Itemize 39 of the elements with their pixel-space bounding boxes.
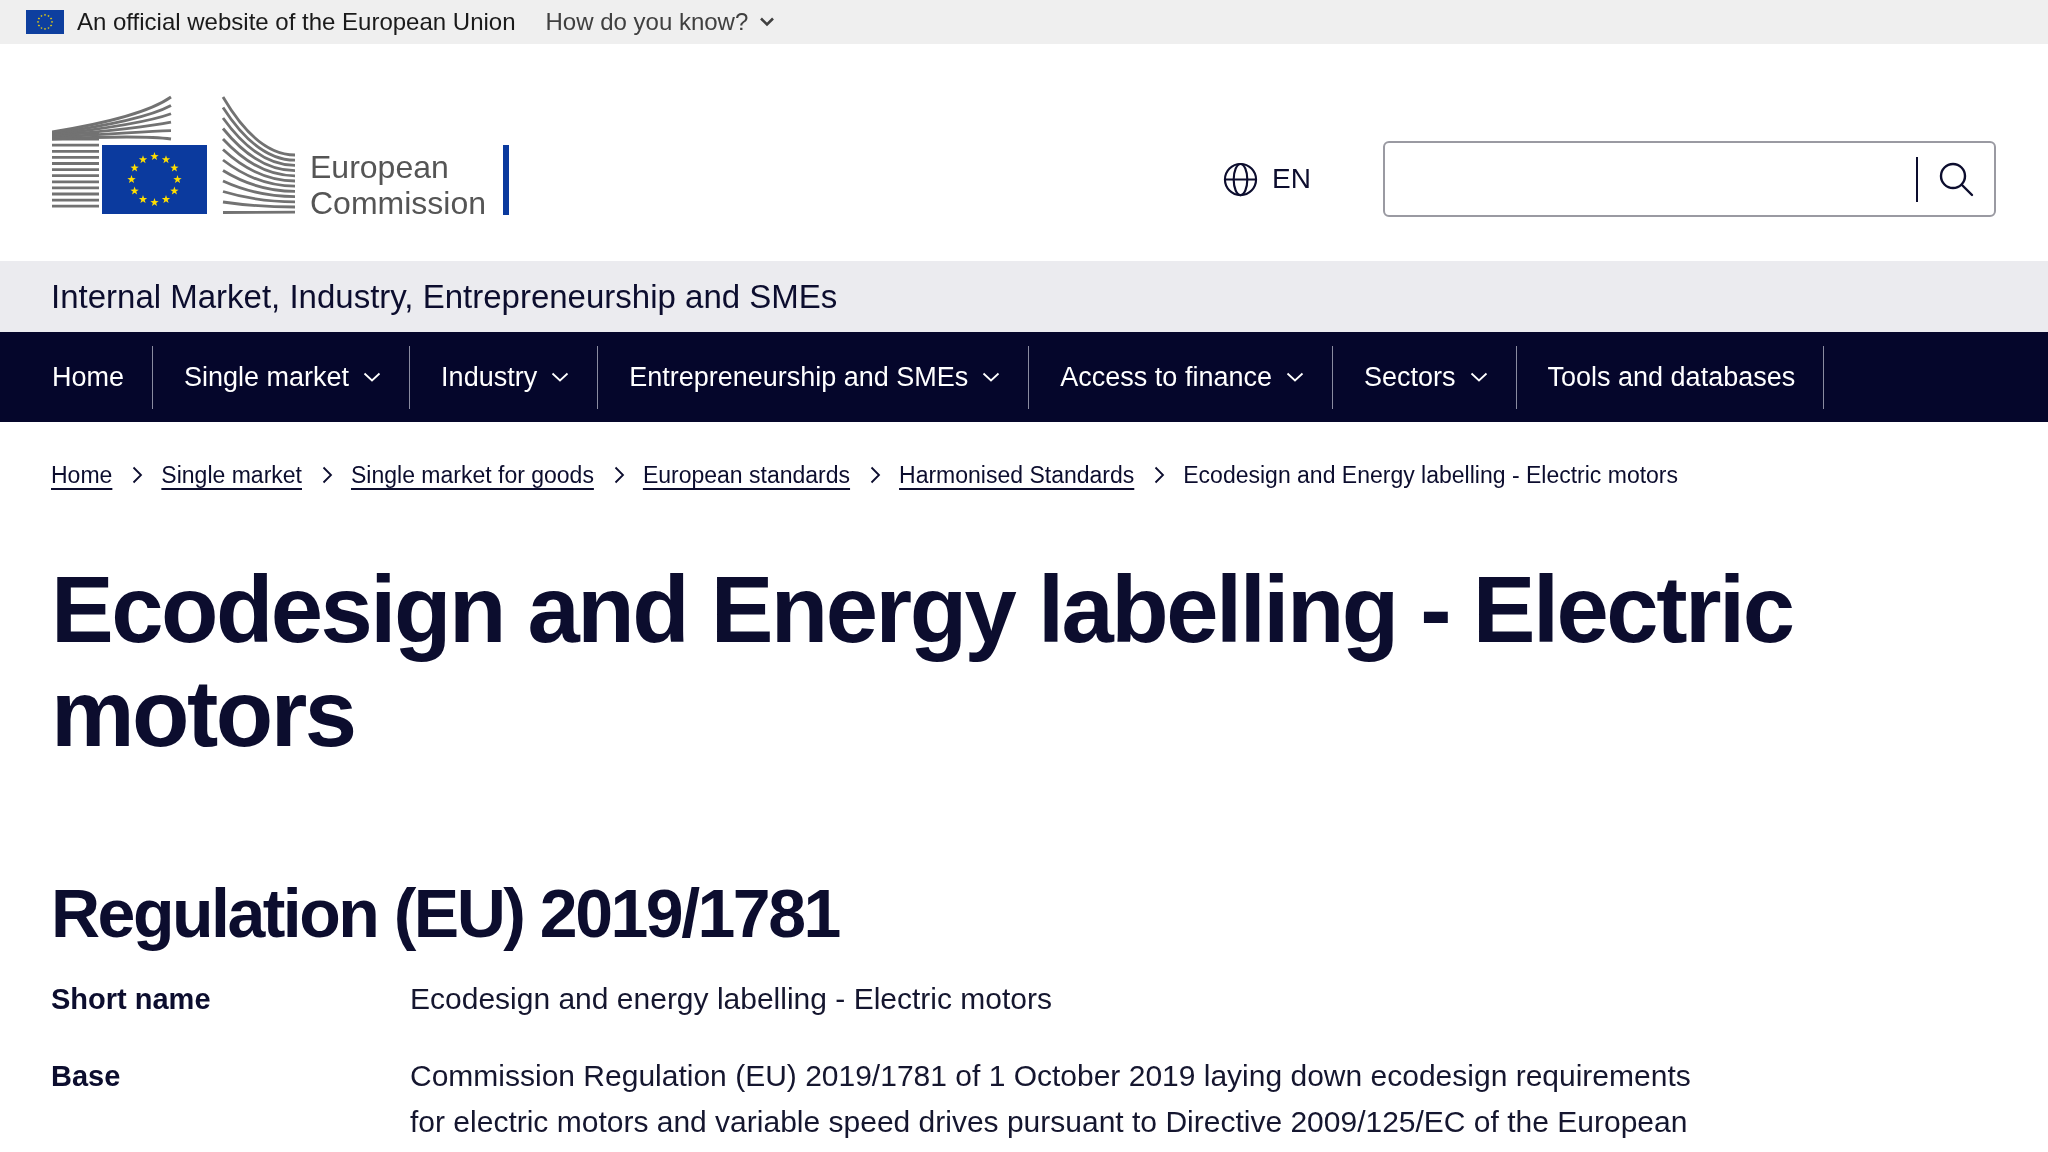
breadcrumb-link[interactable]: Single market for goods — [351, 461, 594, 489]
chevron-right-icon — [322, 466, 333, 484]
caret-icon — [551, 372, 570, 382]
logo-icon — [52, 95, 298, 215]
chevron-right-icon — [1154, 466, 1166, 484]
detail-term: Short name — [51, 982, 212, 1017]
caret-icon — [1469, 372, 1488, 382]
language-button[interactable]: EN — [1223, 161, 1311, 197]
caret-icon — [982, 372, 1001, 382]
nav-item[interactable]: Home — [52, 345, 154, 409]
chevron-right-icon — [870, 466, 882, 484]
flag-icon — [26, 10, 64, 34]
detail-value: Ecodesign and energy labelling - Electric motors — [410, 981, 1053, 1017]
search-field[interactable] — [1383, 141, 1996, 217]
breadcrumb-link[interactable]: Harmonised Standards — [899, 461, 1135, 489]
caret-icon — [1285, 372, 1304, 382]
how-do-you-know-button[interactable]: How do you know? — [545, 8, 776, 36]
nav-item[interactable]: Industry — [410, 345, 599, 409]
breadcrumb-current: Ecodesign and Energy labelling - Electric motors — [1183, 461, 1679, 489]
caret-icon — [363, 372, 382, 382]
official-banner-text: An official website of the European Union — [77, 8, 516, 36]
site-name: Internal Market, Industry, Entrepreneurship and SMEs — [51, 277, 838, 316]
breadcrumb-link[interactable]: Home — [51, 461, 113, 489]
chevron-right-icon — [613, 466, 625, 484]
breadcrumb-link[interactable]: European standards — [642, 461, 851, 489]
nav-item[interactable]: Entrepreneurship and SMEs — [598, 345, 1030, 409]
breadcrumb-link[interactable]: Single market — [161, 461, 302, 489]
nav-item[interactable]: Single market — [153, 345, 411, 409]
page-title: Ecodesign and Energy labelling - Electric motors — [51, 558, 1794, 766]
logo-text: European Commission — [310, 149, 487, 221]
detail-value: Commission Regulation (EU) 2019/1781 of 1 October 2019 laying down ecodesign requirements for electric motors and variable speed drives pursuant to Directive 2009/125/EC of the European — [410, 1058, 1692, 1140]
chevron-right-icon — [132, 466, 144, 484]
search-icon — [1938, 161, 1974, 197]
nav-item[interactable]: Tools and databases — [1516, 345, 1825, 409]
nav-item[interactable]: Sectors — [1332, 345, 1517, 409]
nav-item[interactable]: Access to finance — [1029, 345, 1333, 409]
section-title: Regulation (EU) 2019/1781 — [51, 874, 841, 953]
detail-term: Base — [51, 1059, 122, 1094]
globe-icon — [1223, 161, 1259, 197]
